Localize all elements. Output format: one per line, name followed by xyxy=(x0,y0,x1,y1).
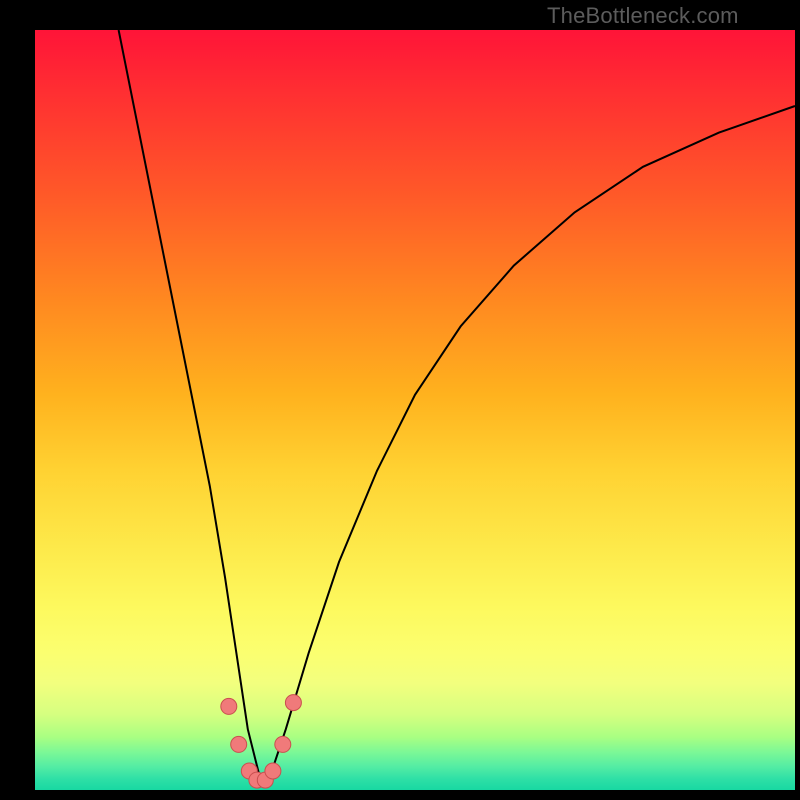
outer-frame: TheBottleneck.com xyxy=(0,0,800,800)
plot-area xyxy=(35,30,795,790)
watermark-text: TheBottleneck.com xyxy=(547,3,739,29)
